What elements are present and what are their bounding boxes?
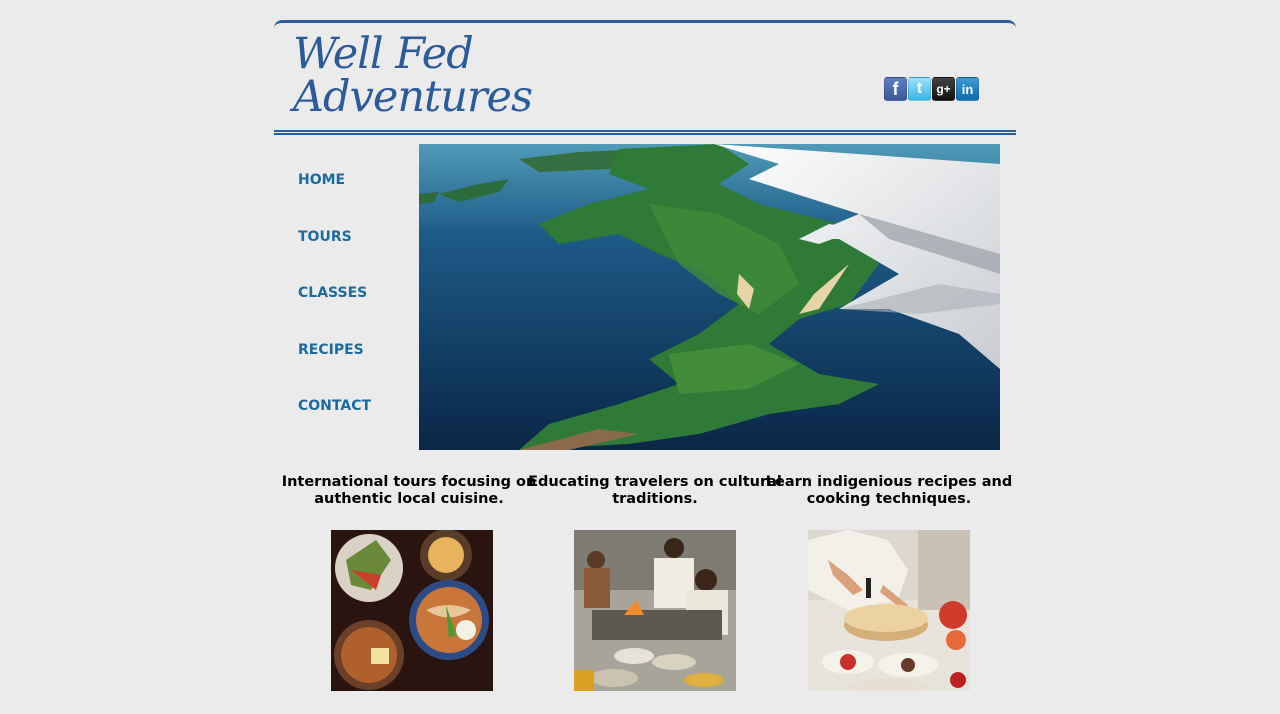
- feature-tours: International tours focusing on authenti…: [274, 474, 544, 691]
- food-photo[interactable]: [331, 530, 493, 691]
- facebook-icon[interactable]: f: [884, 77, 907, 101]
- feature-recipes: Learn indigenious recipes and cooking te…: [754, 474, 1024, 691]
- feature-caption: Educating travelers on cultural traditio…: [528, 474, 782, 507]
- feature-caption: International tours focusing on authenti…: [281, 474, 537, 507]
- header-divider: [274, 130, 1016, 135]
- nav-home[interactable]: HOME: [298, 172, 371, 229]
- nav-classes[interactable]: CLASSES: [298, 285, 371, 342]
- linkedin-icon[interactable]: in: [956, 77, 979, 101]
- google-plus-icon[interactable]: g+: [932, 77, 955, 101]
- main-nav: HOME TOURS CLASSES RECIPES CONTACT: [298, 172, 371, 455]
- site-logo[interactable]: Well Fed Adventures: [293, 29, 533, 122]
- feature-classes: Educating travelers on cultural traditio…: [520, 474, 790, 691]
- nav-tours[interactable]: TOURS: [298, 229, 371, 286]
- nav-contact[interactable]: CONTACT: [298, 398, 371, 455]
- nav-recipes[interactable]: RECIPES: [298, 342, 371, 399]
- top-border: [274, 20, 1016, 28]
- cooking-class-photo[interactable]: [574, 530, 736, 691]
- social-links: f t g+ in: [884, 77, 979, 101]
- feature-caption: Learn indigenious recipes and cooking te…: [765, 474, 1013, 507]
- hero-image: [419, 144, 1000, 450]
- page: Well Fed Adventures f t g+ in HOME TOURS…: [0, 0, 1280, 714]
- twitter-icon[interactable]: t: [908, 77, 931, 101]
- logo-line-2: Adventures: [293, 72, 533, 122]
- logo-line-1: Well Fed: [293, 29, 474, 79]
- recipe-photo[interactable]: [808, 530, 970, 691]
